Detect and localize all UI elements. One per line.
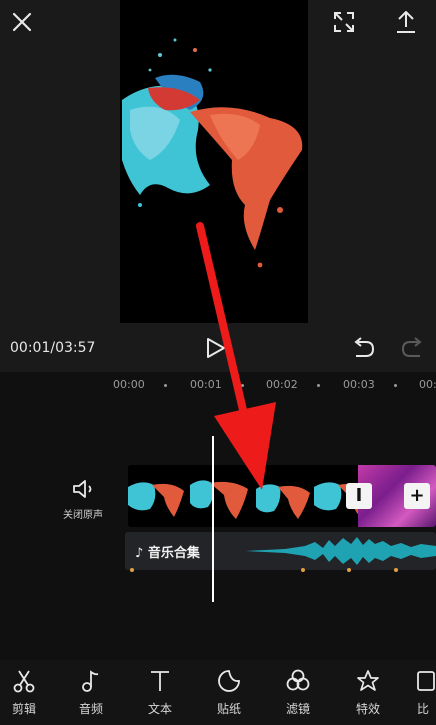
ruler-dot [317, 384, 320, 387]
current-time: 00:01 [10, 340, 51, 356]
ratio-icon [417, 671, 435, 691]
filter-icon [286, 669, 310, 691]
mute-original-audio-label: 关闭原声 [63, 510, 103, 521]
toolbar-item-label: 贴纸 [216, 702, 241, 716]
beat-marker [301, 568, 305, 572]
toolbar-item-label: 比 [417, 702, 430, 716]
video-track[interactable]: I + [128, 465, 436, 527]
undo-icon[interactable] [349, 334, 377, 362]
preview-area: 00:01/03:57 [0, 0, 436, 372]
ruler-tick: 00:0 [419, 378, 436, 391]
paint-splash-image [122, 38, 303, 268]
toolbar-item-edit[interactable]: 剪辑 [0, 668, 48, 717]
effects-star-icon [357, 670, 379, 691]
music-note-icon [82, 670, 99, 692]
toolbar-item-label: 滤镜 [285, 702, 310, 716]
ruler-dot [394, 384, 397, 387]
toolbar-item-label: 音频 [78, 702, 103, 716]
ruler-tick: 00:01 [190, 378, 222, 391]
video-preview-frame[interactable] [120, 0, 308, 323]
ruler-tick: 00:02 [266, 378, 298, 391]
beat-marker [347, 568, 351, 572]
fullscreen-icon[interactable] [328, 6, 360, 38]
audio-track-label: ♪ 音乐合集 [135, 542, 200, 561]
play-icon[interactable] [201, 334, 229, 362]
toolbar-item-ratio[interactable]: 比 [412, 668, 436, 717]
ruler-dot [164, 384, 167, 387]
toolbar-item-filter[interactable]: 滤镜 [274, 668, 322, 717]
sticker-icon [218, 670, 240, 692]
toolbar-item-sticker[interactable]: 贴纸 [205, 668, 253, 717]
video-thumbnail[interactable] [128, 465, 190, 527]
ruler-tick: 00:03 [343, 378, 375, 391]
beat-marker [130, 568, 134, 572]
export-upload-icon[interactable] [390, 6, 422, 38]
toolbar-item-label: 特效 [355, 702, 380, 716]
ruler-tick: 00:00 [113, 378, 145, 391]
playhead[interactable] [212, 436, 214, 602]
ruler-dot [241, 384, 244, 387]
timeline-ruler[interactable]: 00:00 00:01 00:02 00:03 00:0 [0, 372, 436, 398]
redo-icon[interactable] [399, 334, 427, 362]
music-note-icon: ♪ [135, 546, 148, 561]
scissors-icon [13, 670, 35, 693]
transition-marker-button[interactable]: I [346, 483, 372, 509]
audio-track-title: 音乐合集 [147, 546, 200, 561]
video-thumbnail[interactable] [190, 465, 252, 527]
audio-waveform [205, 537, 436, 565]
add-clip-button[interactable]: + [404, 483, 430, 509]
bottom-toolbar: 剪辑 音频 文本 贴纸 滤镜 特效 比 [0, 660, 436, 725]
audio-track[interactable]: ♪ 音乐合集 [125, 532, 436, 570]
toolbar-item-label: 文本 [147, 702, 172, 716]
timeline[interactable]: 关闭原声 I + ♪ 音乐合集 [0, 398, 436, 660]
video-thumbnail[interactable] [252, 465, 314, 527]
speaker-icon [73, 480, 92, 498]
toolbar-item-label: 剪辑 [11, 702, 36, 716]
toolbar-item-text[interactable]: 文本 [136, 668, 184, 717]
close-icon[interactable] [6, 6, 38, 38]
text-icon [151, 671, 169, 691]
time-readout: 00:01/03:57 [10, 340, 95, 356]
mute-original-audio-button[interactable]: 关闭原声 [58, 476, 108, 521]
total-time: 03:57 [55, 340, 96, 356]
toolbar-item-effects[interactable]: 特效 [344, 668, 392, 717]
beat-marker [394, 568, 398, 572]
toolbar-item-audio[interactable]: 音频 [67, 668, 115, 717]
